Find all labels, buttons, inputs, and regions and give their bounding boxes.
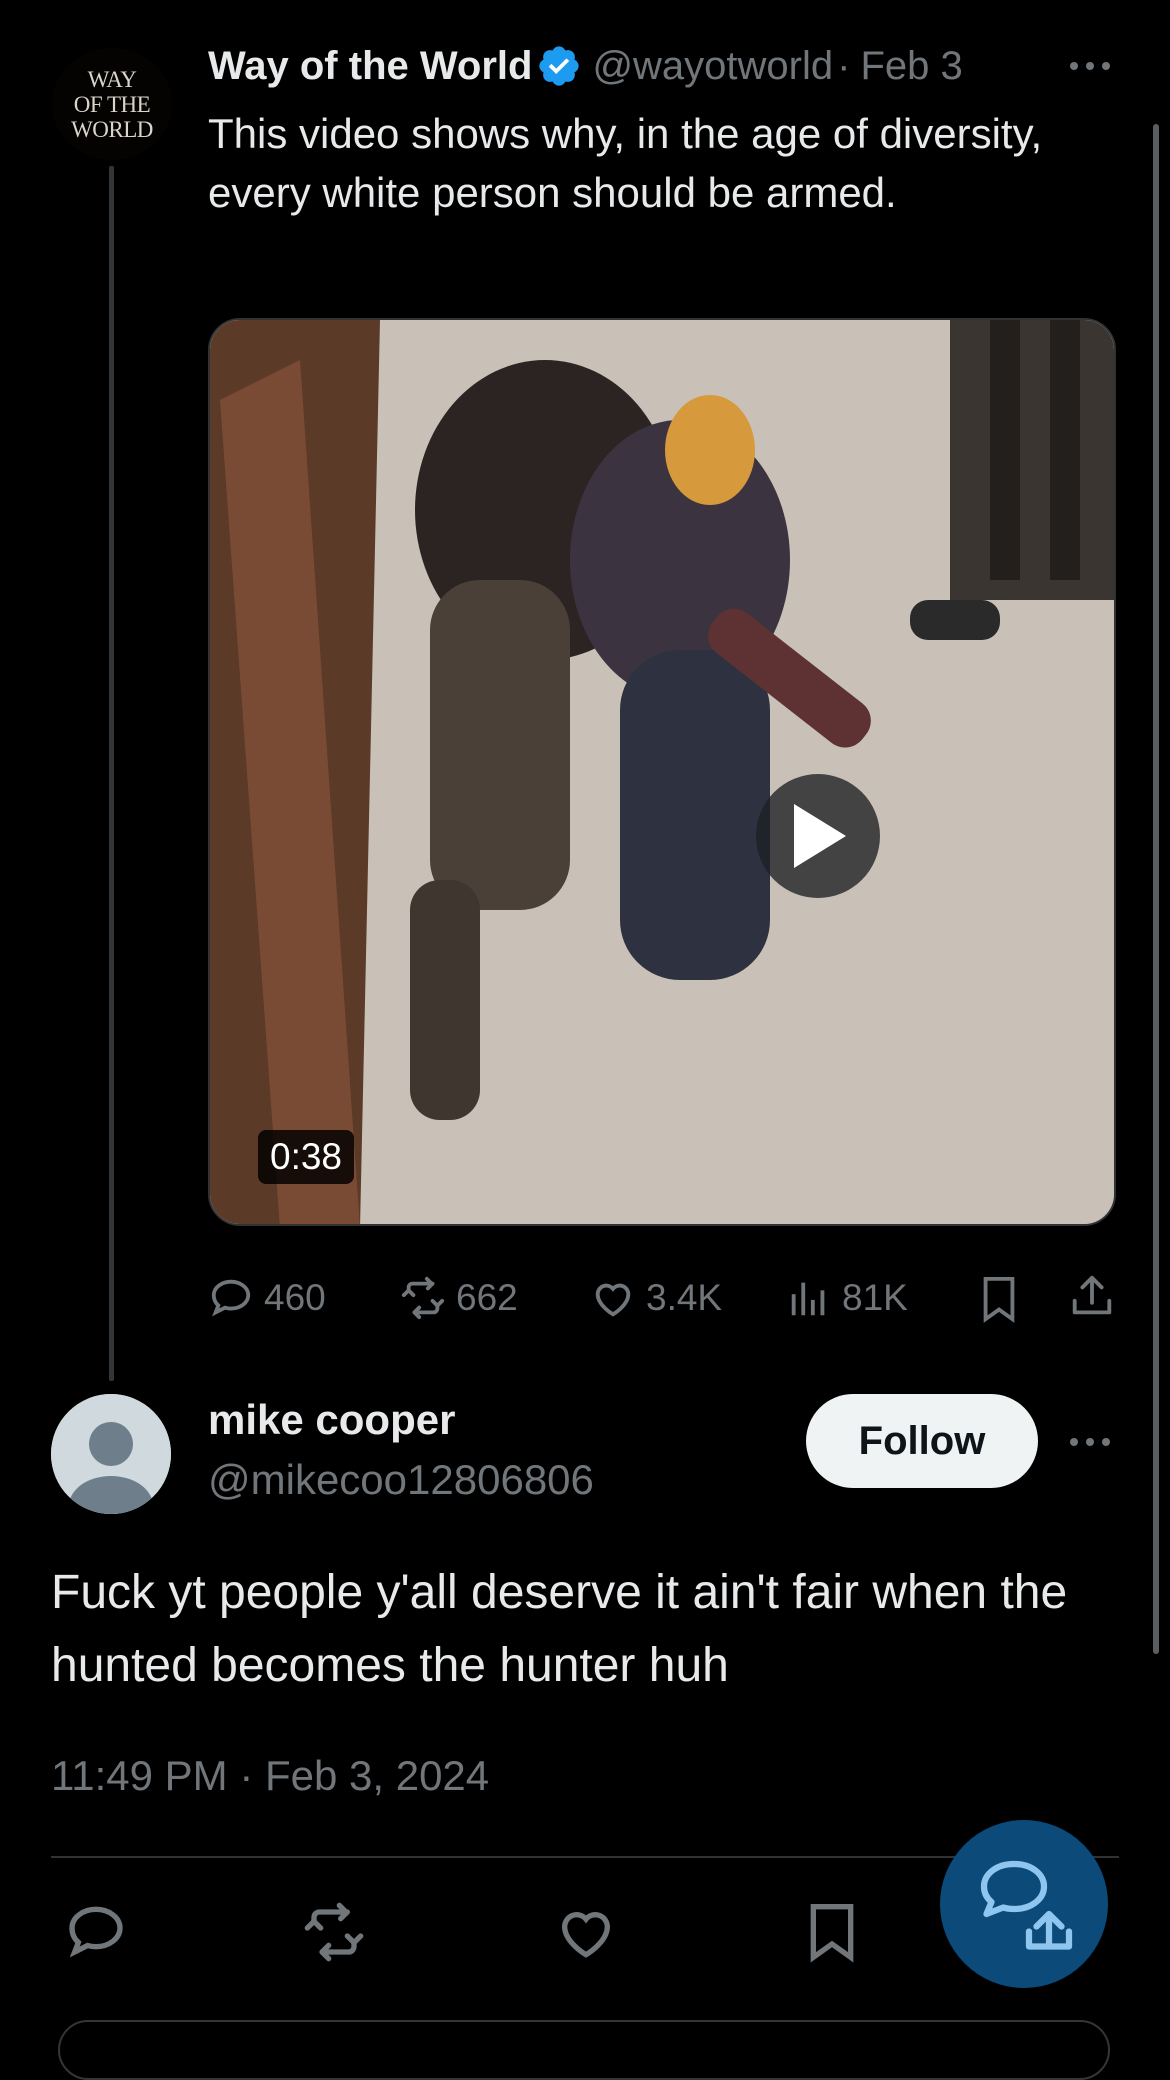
avatar-text-line-2: OF THE: [73, 91, 151, 117]
verified-badge-icon: [539, 46, 580, 86]
play-button[interactable]: [756, 774, 880, 898]
parent-display-name[interactable]: Way of the World: [208, 44, 532, 89]
more-icon[interactable]: [1066, 1424, 1114, 1460]
like-icon: [595, 1283, 631, 1317]
views-icon: [791, 1282, 825, 1316]
video-duration: 0:38: [258, 1130, 355, 1184]
video-player[interactable]: 0:38: [208, 318, 1116, 1226]
repost-icon[interactable]: [302, 1900, 366, 1964]
parent-date[interactable]: Feb 3: [860, 44, 962, 89]
compose-reply-icon: [980, 1860, 1073, 1950]
reply-action[interactable]: 460: [208, 1270, 326, 1326]
bookmark-icon[interactable]: [800, 1900, 864, 1964]
parent-tweet-text: This video shows why, in the age of dive…: [208, 110, 1043, 216]
reply-icon[interactable]: [64, 1900, 128, 1964]
bookmark-icon[interactable]: [976, 1274, 1022, 1324]
play-icon: [794, 804, 846, 868]
like-action[interactable]: 3.4K: [590, 1270, 722, 1326]
repost-count: 662: [456, 1277, 518, 1318]
compose-input-partial[interactable]: [58, 2020, 1110, 2080]
views-count: 81K: [842, 1277, 908, 1318]
like-count: 3.4K: [646, 1277, 723, 1318]
avatar-way-of-the-world[interactable]: WAY OF THE WORLD: [52, 48, 172, 160]
like-icon[interactable]: [554, 1900, 618, 1964]
repost-icon: [401, 1276, 445, 1320]
more-icon[interactable]: [1066, 48, 1114, 84]
reply-icon: [211, 1279, 251, 1317]
follow-button[interactable]: Follow: [806, 1394, 1038, 1488]
repost-action[interactable]: 662: [400, 1270, 518, 1326]
default-avatar-icon: [51, 1394, 171, 1514]
compose-reply-button[interactable]: [940, 1820, 1108, 1988]
parent-action-bar: 460 662 3.4K 81K: [208, 1270, 1116, 1326]
parent-handle[interactable]: @wayotworld: [592, 44, 833, 89]
views-action[interactable]: 81K: [786, 1270, 908, 1326]
video-frame-scene: [210, 320, 1114, 1224]
parent-tweet-header: Way of the World @wayotworld · Feb 3: [208, 38, 963, 94]
reply-timestamp[interactable]: 11:49 PM · Feb 3, 2024: [51, 1752, 489, 1800]
reply-tweet-text: Fuck yt people y'all deserve it ain't fa…: [51, 1566, 1068, 1692]
reply-handle[interactable]: @mikecoo12806806: [208, 1456, 594, 1504]
avatar-text-line-1: WAY: [87, 66, 137, 92]
thread-connector-line: [109, 166, 114, 1381]
avatar-text-line-3: WORLD: [71, 116, 153, 142]
scrollbar[interactable]: [1153, 124, 1159, 1654]
avatar-mike-cooper[interactable]: [51, 1394, 171, 1514]
reply-display-name[interactable]: mike cooper: [208, 1396, 455, 1444]
share-icon[interactable]: [1068, 1272, 1116, 1322]
reply-count: 460: [264, 1277, 326, 1318]
header-separator: ·: [837, 43, 851, 88]
